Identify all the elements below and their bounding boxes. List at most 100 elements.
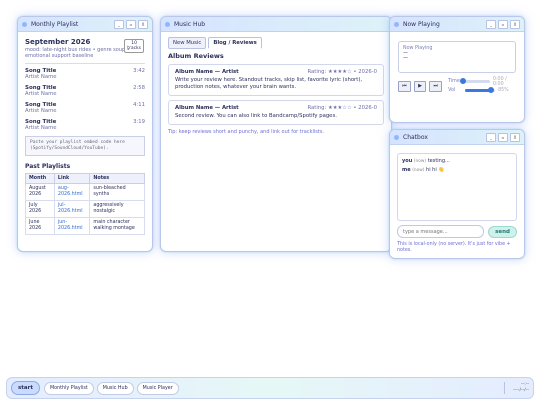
titlebar[interactable]: Music Hub [161,17,391,32]
track-length: 3:19 [133,119,145,125]
notes-cell: aggressively nostalgic [89,200,145,218]
notes-cell: sun-bleached synths [89,183,145,201]
track-length: 2:58 [133,85,145,91]
tab-new-music[interactable]: New Music [168,37,207,49]
notes-cell: main character walking montage [89,217,145,235]
track-length: 4:11 [133,102,145,108]
next-button[interactable]: ⏭ [429,80,443,92]
titlebar[interactable]: Now Playing _ ▫ X [390,17,524,32]
taskbar: start Monthly Playlist Music Hub Music P… [6,377,534,399]
playlist-link[interactable]: aug-2026.html [53,183,91,201]
track-row[interactable]: Song Title Artist Name 3:19 [25,119,145,131]
tab-blog-reviews[interactable]: Blog / Reviews [208,37,262,49]
review-body: Write your review here. Standout tracks,… [175,77,363,90]
album-title: Album Name — Artist [175,105,239,111]
album-title: Album Name — Artist [175,69,239,75]
table-row: August 2026 aug-2026.html sun-bleached syn… [25,183,145,201]
track-count-badge: 10 tracks [124,39,144,53]
titlebar[interactable]: Chatbox _ ▫ X [390,130,524,145]
track-row[interactable]: Song Title Artist Name 2:58 [25,85,145,97]
table-row: June 2026 jun-2026.html main character wal… [25,217,145,235]
track-row[interactable]: Song Title Artist Name 3:42 [25,68,145,80]
chat-note: This is local-only (no server). It's jus… [397,242,511,253]
taskbar-item-monthly-playlist[interactable]: Monthly Playlist [43,381,94,395]
window-title: Now Playing [403,20,440,28]
minimize-button[interactable]: _ [114,19,124,29]
chat-time: (now) [412,168,425,173]
track-artist: Artist Name [25,108,57,114]
monthly-playlist-window: Monthly Playlist _ ▫ X September 2026 10… [17,16,153,252]
column-header: Month [25,173,55,184]
chatbox-window: Chatbox _ ▫ X you (now) testing... me (no… [389,129,525,259]
clock: --:-- ----/--/-- [503,382,529,394]
chat-message-input[interactable] [397,225,485,238]
month-cell: June 2026 [25,217,55,235]
track-artist: Artist Name [25,125,57,131]
review-body: Second review. You can also link to Band… [175,113,337,119]
start-button[interactable]: start [11,381,40,395]
volume-value: 85% [498,88,509,93]
window-icon [394,134,399,140]
volume-slider-fill [465,89,491,92]
artist-name: — [403,55,408,61]
now-playing-window: Now Playing _ ▫ X Now Playing — — ⏮ ▶ ⏭ … [389,16,525,123]
chat-message: you (now) testing... [402,158,512,164]
chat-user: me [402,167,411,173]
now-playing-display: Now Playing — — [398,41,516,73]
tip-text: Tip: keep reviews short and punchy, and … [168,129,325,135]
embed-placeholder[interactable]: Paste your playlist embed code here (Spo… [25,136,145,156]
track-artist: Artist Name [25,91,57,97]
divider [25,63,145,64]
time-slider[interactable] [460,78,490,84]
track-list: Song Title Artist Name 3:42 Song Title Artis… [25,68,145,131]
taskbar-item-music-hub[interactable]: Music Hub [96,381,134,395]
time-value: 0:00 / 0:00 [492,76,507,87]
chat-time: (now) [413,159,427,164]
volume-slider[interactable] [465,87,496,93]
review-list: Album Name — Artist Rating: ★★★★☆ • 2026-… [168,64,384,125]
maximize-button[interactable]: ▫ [498,19,508,29]
play-button[interactable]: ▶ [413,80,427,92]
month-cell: August 2026 [25,183,55,201]
playlist-link[interactable]: jun-2026.html [53,217,91,235]
review-card: Album Name — Artist Rating: ★★★☆☆ • 2026-… [168,100,384,125]
minimize-button[interactable]: _ [486,19,496,29]
track-row[interactable]: Song Title Artist Name 4:11 [25,102,145,114]
volume-slider-knob[interactable] [487,87,494,93]
taskbar-item-music-player[interactable]: Music Player [136,381,179,395]
window-icon [165,21,170,27]
maximize-button[interactable]: ▫ [498,132,508,142]
rating-date: Rating: ★★★★☆ • 2026-0 [307,69,377,75]
window-title: Monthly Playlist [31,20,79,28]
month-cell: July 2026 [25,200,55,218]
track-artist: Artist Name [25,74,57,80]
chat-text: hi hi 👋 [426,167,445,173]
chat-log: you (now) testing... me (now) hi hi 👋 [397,153,517,221]
close-button[interactable]: X [510,132,520,142]
previous-button[interactable]: ⏮ [398,80,411,92]
close-button[interactable]: X [138,19,148,29]
chat-message: me (now) hi hi 👋 [402,167,512,173]
music-hub-window: Music Hub New Music Blog / Reviews Album… [160,16,392,252]
titlebar[interactable]: Monthly Playlist _ ▫ X [18,17,152,32]
window-title: Chatbox [403,133,428,141]
chat-text: testing... [427,158,450,164]
playlist-link[interactable]: jul-2026.html [53,200,91,218]
past-playlists-table: Month Link Notes August 2026 aug-2026.html s… [25,173,145,235]
maximize-button[interactable]: ▫ [126,19,136,29]
close-button[interactable]: X [510,19,520,29]
track-length: 3:42 [133,68,145,74]
clock-date: ----/--/-- [512,388,529,393]
review-card: Album Name — Artist Rating: ★★★★☆ • 2026-… [168,64,384,96]
rating-date: Rating: ★★★☆☆ • 2026-0 [307,105,377,111]
column-header: Notes [89,173,145,184]
time-label: Time [448,79,460,84]
table-row: July 2026 jul-2026.html aggressively nosta… [25,200,145,218]
time-slider-knob[interactable] [460,78,467,84]
volume-label: Vol [448,88,456,93]
minimize-button[interactable]: _ [486,132,496,142]
send-button[interactable]: send [488,225,517,238]
chat-user: you [402,158,413,164]
column-header: Link [53,173,91,184]
window-title: Music Hub [174,20,206,28]
